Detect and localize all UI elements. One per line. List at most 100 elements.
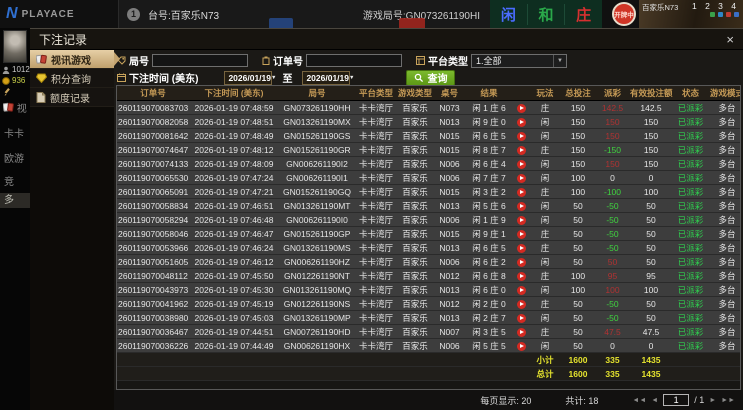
replay-icon[interactable]	[516, 243, 526, 253]
pagination: ◄◄ ◄ / 1 ► ►►	[632, 394, 735, 406]
replay-icon[interactable]	[516, 327, 526, 337]
lobby-sidebar: 1012 936 视卡卡 欧游竞多	[0, 28, 30, 410]
records-table-container: 订单号 下注时间 (美东) 局号 平台类型 游戏类型 桌号 结果 玩法 总投注 派彩 有效投注额 状态…	[116, 85, 741, 390]
table-row: 260119070058046 2026-01-19 07:46:47 GN0152…	[117, 226, 740, 241]
subtotal-row: 小计 1600 335 1435	[117, 352, 740, 367]
column-header: 游戏模式	[708, 86, 740, 101]
playace-logo-icon: N	[6, 5, 18, 22]
prev-page-icon[interactable]: ◄	[651, 397, 658, 404]
table-label: 台号:百家乐N73	[148, 10, 220, 22]
chevron-down-icon: ▼	[349, 74, 355, 81]
replay-icon[interactable]	[516, 201, 526, 211]
replay-icon[interactable]	[516, 131, 526, 141]
lobby-nav-item[interactable]: 视	[2, 100, 27, 115]
bet-option[interactable]: 闲	[490, 4, 527, 25]
chevron-down-icon: ▼	[553, 54, 566, 67]
edit-row[interactable]	[3, 88, 11, 96]
replay-icon[interactable]	[516, 159, 526, 169]
order-filter-label: 订单号	[273, 57, 303, 68]
table-row: 260119070083703 2026-01-19 07:48:59 GN0732…	[117, 100, 740, 115]
column-header: 总投注	[560, 86, 596, 101]
replay-icon[interactable]	[516, 229, 526, 239]
page-input[interactable]	[663, 394, 690, 406]
menu-item-label: 视讯游戏	[51, 55, 91, 67]
avatar	[3, 30, 27, 63]
lobby-nav-item[interactable]: 竞	[4, 173, 14, 188]
bet-option[interactable]: 和	[526, 3, 565, 25]
order-input[interactable]	[306, 54, 402, 67]
column-header: 派彩	[596, 86, 629, 101]
search-button[interactable]: 查询	[406, 69, 456, 86]
replay-icon[interactable]	[516, 341, 526, 351]
date-from-picker[interactable]: 2026/01/19 ▼	[224, 70, 276, 85]
replay-icon[interactable]	[516, 187, 526, 197]
menu-item[interactable]: 视讯游戏	[30, 50, 114, 69]
column-header: 游戏类型	[397, 86, 433, 101]
video-table-title: 百家乐N73	[642, 3, 679, 12]
lobby-nav-item[interactable]: 多	[0, 193, 30, 208]
cards-icon	[2, 102, 14, 112]
replay-icon[interactable]	[516, 257, 526, 267]
dealing-status-badge: 开牌中	[612, 2, 636, 26]
last-page-icon[interactable]: ►►	[721, 397, 735, 404]
replay-icon[interactable]	[516, 145, 526, 155]
grand-total-row: 总计 1600 335 1435	[117, 366, 740, 381]
table-header-row: 订单号 下注时间 (美东) 局号 平台类型 游戏类型 桌号 结果 玩法 总投注 派彩 有效投注额 状态…	[117, 86, 740, 101]
replay-icon[interactable]	[516, 215, 526, 225]
menu-item[interactable]: 额度记录	[30, 88, 114, 107]
to-label: 至	[282, 74, 293, 85]
brand-name: PLAYACE	[21, 8, 75, 20]
bet-records-modal: 下注记录 × 视讯游戏 积分查询 额度记录 局号 订单号 平台类型 1.全部 ▼…	[30, 28, 743, 410]
pencil-icon	[4, 88, 10, 96]
table-row: 260119070036467 2026-01-19 07:44:51 GN0072…	[117, 324, 740, 339]
replay-icon[interactable]	[516, 299, 526, 309]
platform-select[interactable]: 1.全部 ▼	[471, 53, 567, 68]
replay-icon[interactable]	[516, 285, 526, 295]
table-row: 260119070074647 2026-01-19 07:48:12 GN0152…	[117, 142, 740, 157]
records-table: 订单号 下注时间 (美东) 局号 平台类型 游戏类型 桌号 结果 玩法 总投注 派彩 有效投注额 状态…	[117, 86, 740, 381]
column-header: 桌号	[433, 86, 466, 101]
cards-icon	[36, 54, 47, 64]
platform-filter: 平台类型 1.全部 ▼	[416, 53, 567, 68]
gem-icon	[36, 73, 47, 83]
lobby-nav-item[interactable]: 卡卡	[4, 125, 24, 140]
bet-options-panel: 闲和庄	[490, 0, 602, 28]
table-row: 260119070074133 2026-01-19 07:48:09 GN0062…	[117, 156, 740, 171]
platform-filter-label: 平台类型	[428, 57, 468, 68]
app-logo: N PLAYACE	[0, 0, 118, 28]
video-thumbnail[interactable]: 百家乐N73 1 2 3 4	[639, 0, 743, 28]
column-header: 结果	[466, 86, 512, 101]
calendar-icon	[117, 73, 126, 82]
seat-numbers: 1 2 3 4	[692, 1, 739, 11]
column-header: 下注时间 (美东)	[189, 86, 279, 101]
first-page-icon[interactable]: ◄◄	[632, 397, 646, 404]
close-icon[interactable]: ×	[726, 33, 734, 46]
round-filter-label: 局号	[129, 57, 149, 68]
platform-icon	[416, 56, 425, 65]
column-header	[512, 86, 530, 101]
menu-item[interactable]: 积分查询	[30, 69, 114, 88]
game-info-bar: 1 台号:百家乐N73 游戏局号:GN073261190HI	[118, 0, 490, 28]
modal-title-bar: 下注记录 ×	[30, 28, 743, 50]
menu-item-label: 额度记录	[50, 93, 90, 105]
replay-icon[interactable]	[516, 103, 526, 113]
date-to-picker[interactable]: 2026/01/19 ▼	[302, 70, 354, 85]
bet-option[interactable]: 庄	[564, 3, 602, 25]
replay-icon[interactable]	[516, 117, 526, 127]
column-header: 局号	[279, 86, 355, 101]
table-row: 260119070038980 2026-01-19 07:45:03 GN0132…	[117, 310, 740, 325]
table-row: 260119070051605 2026-01-19 07:46:12 GN0062…	[117, 254, 740, 269]
table-row: 260119070065530 2026-01-19 07:47:24 GN0062…	[117, 170, 740, 185]
round-input[interactable]	[152, 54, 248, 67]
modal-content: 局号 订单号 平台类型 1.全部 ▼ 下注时间 (美东) 2026/01/19 …	[114, 50, 743, 410]
table-row: 260119070058834 2026-01-19 07:46:51 GN0132…	[117, 198, 740, 213]
next-page-icon[interactable]: ►	[709, 397, 716, 404]
lobby-nav-item[interactable]: 欧游	[4, 150, 24, 165]
replay-icon[interactable]	[516, 271, 526, 281]
table-row: 260119070053966 2026-01-19 07:46:24 GN0132…	[117, 240, 740, 255]
table-number-badge: 1	[127, 7, 140, 21]
time-filter-label: 下注时间 (美东)	[129, 74, 199, 85]
replay-icon[interactable]	[516, 313, 526, 323]
cards-icon	[36, 54, 47, 64]
replay-icon[interactable]	[516, 173, 526, 183]
